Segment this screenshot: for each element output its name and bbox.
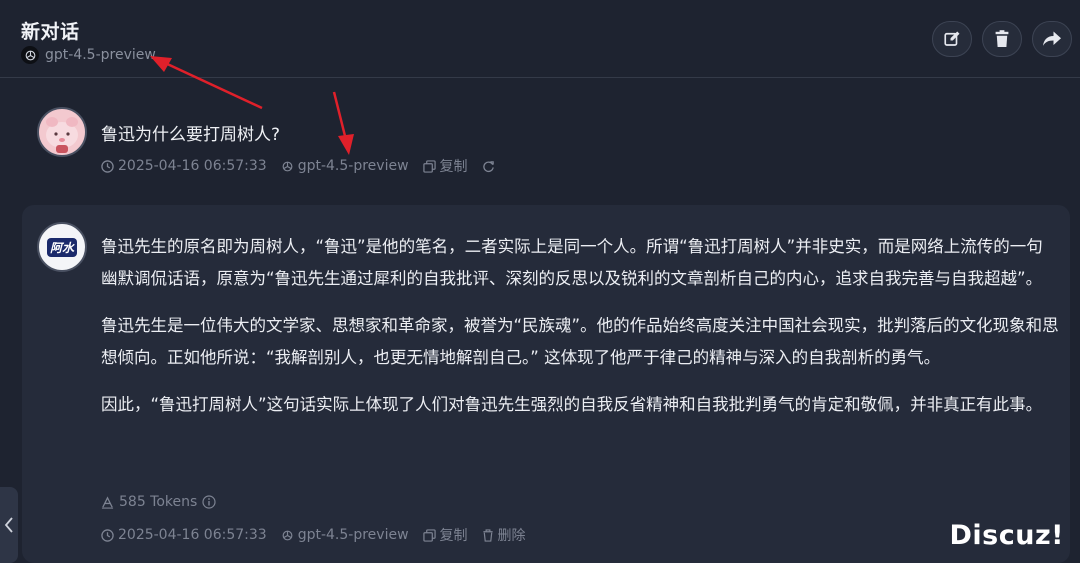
assistant-message-text: 鲁迅先生的原名即为周树人，“鲁迅”是他的笔名，二者实际上是同一个人。所谓“鲁迅打… — [101, 231, 1059, 436]
user-message-meta: 2025-04-16 06:57:33 gpt-4.5-preview 复制 — [101, 156, 495, 176]
assistant-delete-button[interactable]: 删除 — [482, 525, 526, 545]
edit-button[interactable] — [932, 21, 972, 57]
token-count: 585 Tokens — [101, 494, 216, 510]
header-actions — [932, 21, 1072, 57]
user-model: gpt-4.5-preview — [281, 158, 409, 174]
assistant-paragraph: 鲁迅先生是一位伟大的文学家、思想家和革命家，被誉为“民族魂”。他的作品始终高度关… — [101, 316, 1059, 367]
user-copy-button[interactable]: 复制 — [422, 156, 468, 176]
openai-icon — [282, 161, 293, 171]
assistant-logo: 阿水 — [46, 237, 77, 257]
assistant-timestamp: 2025-04-16 06:57:33 — [101, 527, 267, 543]
share-button[interactable] — [1032, 21, 1072, 57]
annotation-arrow — [332, 91, 354, 155]
clock-icon — [101, 528, 114, 542]
token-icon — [101, 495, 114, 509]
share-icon — [1043, 31, 1061, 46]
assistant-avatar: 阿水 — [37, 222, 87, 272]
watermark: Discuz! — [949, 520, 1064, 551]
delete-button[interactable] — [982, 21, 1022, 57]
assistant-message-meta: 2025-04-16 06:57:33 gpt-4.5-preview 复制 删… — [101, 525, 526, 545]
chat-header: 新对话 gpt-4.5-preview — [0, 0, 1080, 78]
openai-icon — [21, 46, 39, 64]
user-avatar — [37, 107, 87, 157]
openai-icon — [282, 530, 293, 540]
assistant-paragraph: 因此，“鲁迅打周树人”这句话实际上体现了人们对鲁迅先生强烈的自我反省精神和自我批… — [101, 395, 1043, 414]
user-timestamp: 2025-04-16 06:57:33 — [101, 158, 267, 174]
edit-icon — [944, 31, 960, 46]
assistant-paragraph: 鲁迅先生的原名即为周树人，“鲁迅”是他的笔名，二者实际上是同一个人。所谓“鲁迅打… — [101, 237, 1043, 288]
assistant-model: gpt-4.5-preview — [281, 527, 409, 543]
copy-icon — [422, 159, 436, 173]
page-title: 新对话 — [21, 21, 80, 43]
sidebar-toggle[interactable] — [0, 487, 18, 563]
trash-icon — [482, 528, 493, 542]
regenerate-button[interactable] — [482, 160, 495, 173]
info-icon[interactable] — [202, 495, 216, 509]
refresh-icon — [482, 160, 494, 172]
chevron-left-icon — [4, 517, 13, 533]
header-model-name: gpt-4.5-preview — [45, 47, 156, 63]
clock-icon — [101, 159, 114, 173]
trash-icon — [995, 30, 1009, 47]
copy-icon — [422, 528, 436, 542]
user-message-text: 鲁迅为什么要打周树人? — [101, 125, 281, 145]
chat-page: 新对话 gpt-4.5-preview 鲁迅为什么要打周树人? 2025-04-… — [0, 0, 1080, 563]
header-model: gpt-4.5-preview — [21, 46, 156, 64]
assistant-copy-button[interactable]: 复制 — [422, 525, 468, 545]
